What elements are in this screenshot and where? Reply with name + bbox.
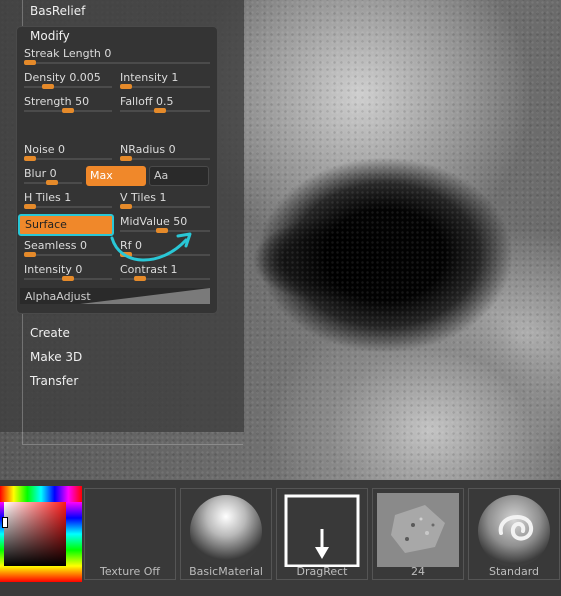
slider-label: Blur 0 <box>24 167 57 180</box>
alpha-texture-icon <box>377 493 459 567</box>
brush-tile[interactable]: Standard <box>468 488 560 580</box>
tile-label: 24 <box>411 565 425 578</box>
max-button[interactable]: Max <box>86 166 146 186</box>
slider-label: Intensity 0 <box>24 263 83 276</box>
slider-knob[interactable] <box>24 156 36 161</box>
standard-brush-icon <box>478 495 550 567</box>
aa-button[interactable]: Aa <box>149 166 209 186</box>
saturation-value-square[interactable] <box>4 502 66 566</box>
slider-label: Strength 50 <box>24 95 90 108</box>
strength-slider[interactable]: Strength 50 <box>24 95 112 115</box>
falloff-slider[interactable]: Falloff 0.5 <box>120 95 210 115</box>
curved-arrow-icon <box>110 232 192 262</box>
noise-slider[interactable]: Noise 0 <box>24 143 112 163</box>
hue-strip[interactable] <box>0 486 82 502</box>
menu-make-3d[interactable]: Make 3D <box>30 350 82 364</box>
alpha-tile[interactable]: 24 <box>372 488 464 580</box>
tile-label: BasicMaterial <box>189 565 263 578</box>
streak-length-slider[interactable]: Streak Length 0 <box>24 47 210 67</box>
drag-rect-icon <box>284 494 360 567</box>
tile-label: Texture Off <box>99 565 160 578</box>
texture-tile[interactable]: Texture Off <box>84 488 176 580</box>
slider-knob[interactable] <box>120 204 132 209</box>
slider-label: Falloff 0.5 <box>120 95 174 108</box>
slider-knob[interactable] <box>24 252 36 257</box>
slider-knob[interactable] <box>120 84 132 89</box>
menu-modify[interactable]: Modify <box>30 29 70 43</box>
menu-basrelief[interactable]: BasRelief <box>30 4 85 18</box>
alpha-adjust-label: AlphaAdjust <box>25 290 91 303</box>
menu-create[interactable]: Create <box>30 326 70 340</box>
slider-knob[interactable] <box>134 276 146 281</box>
slider-label: V Tiles 1 <box>120 191 167 204</box>
slider-knob[interactable] <box>62 108 74 113</box>
slider-label: H Tiles 1 <box>24 191 72 204</box>
seamless-slider[interactable]: Seamless 0 <box>24 239 112 259</box>
nradius-slider[interactable]: NRadius 0 <box>120 143 210 163</box>
slider-knob[interactable] <box>62 276 74 281</box>
slider-label: NRadius 0 <box>120 143 176 156</box>
slider-knob[interactable] <box>42 84 54 89</box>
slider-label: Density 0.005 <box>24 71 101 84</box>
surface-button[interactable]: Surface <box>18 214 114 236</box>
slider-label: Seamless 0 <box>24 239 87 252</box>
slider-knob[interactable] <box>24 60 36 65</box>
menu-transfer[interactable]: Transfer <box>30 374 78 388</box>
material-tile[interactable]: BasicMaterial <box>180 488 272 580</box>
density-slider[interactable]: Density 0.005 <box>24 71 112 91</box>
color-cursor-icon[interactable] <box>2 517 8 528</box>
alpha-intensity-slider[interactable]: Intensity 0 <box>24 263 112 283</box>
tile-label: Standard <box>488 565 540 578</box>
alpha-adjust-curve[interactable]: AlphaAdjust <box>20 288 210 304</box>
intensity-slider[interactable]: Intensity 1 <box>120 71 210 91</box>
h-tiles-slider[interactable]: H Tiles 1 <box>24 191 112 211</box>
color-picker[interactable] <box>0 486 82 582</box>
v-tiles-slider[interactable]: V Tiles 1 <box>120 191 210 211</box>
slider-knob[interactable] <box>24 204 36 209</box>
slider-knob[interactable] <box>154 108 166 113</box>
blur-slider[interactable]: Blur 0 <box>24 167 82 187</box>
slider-knob[interactable] <box>46 180 58 185</box>
tile-label: DragRect <box>296 565 348 578</box>
sphere-material-icon <box>190 495 262 567</box>
slider-label: Streak Length 0 <box>24 47 112 60</box>
stroke-tile[interactable]: DragRect <box>276 488 368 580</box>
contrast-slider[interactable]: Contrast 1 <box>120 263 210 283</box>
slider-label: Noise 0 <box>24 143 66 156</box>
slider-label: Intensity 1 <box>120 71 179 84</box>
slider-knob[interactable] <box>120 156 132 161</box>
